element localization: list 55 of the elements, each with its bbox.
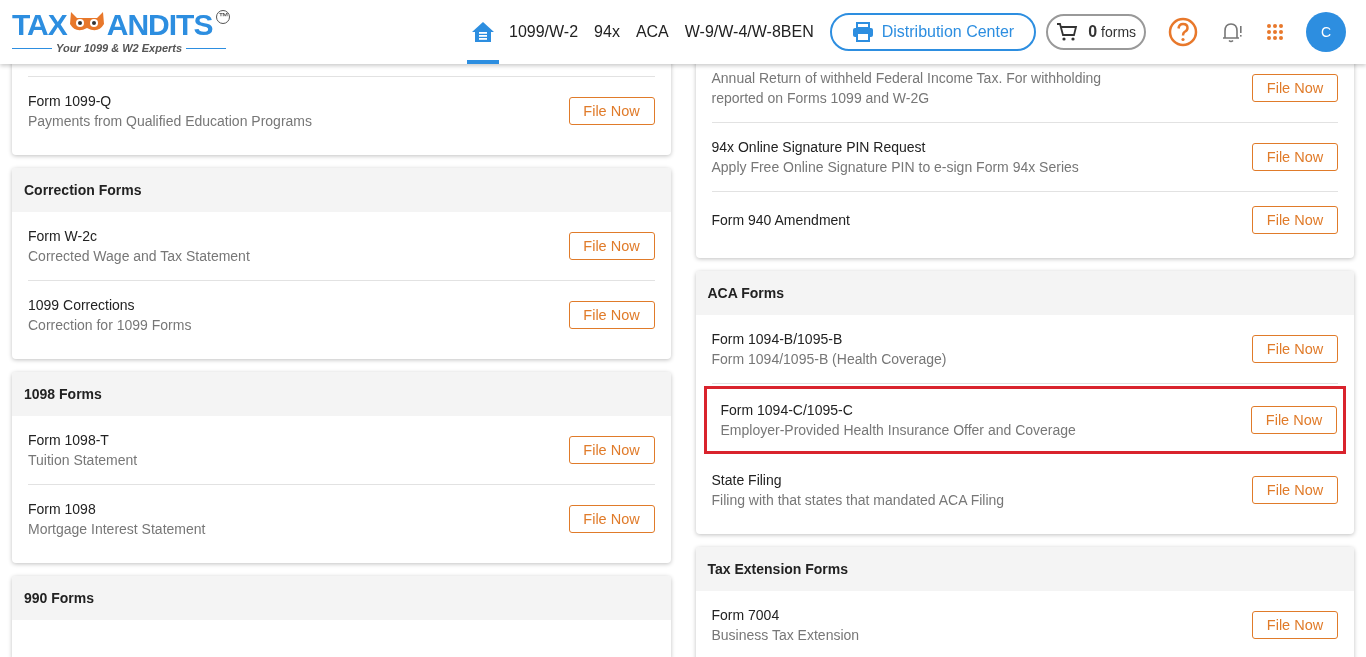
logo-text: ANDITS [106, 10, 213, 40]
form-description: Corrected Wage and Tax Statement [28, 247, 250, 266]
apps-grid-icon[interactable] [1266, 23, 1285, 41]
file-now-button[interactable]: File Now [568, 97, 655, 125]
help-icon[interactable] [1168, 17, 1199, 47]
file-now-button[interactable]: File Now [1252, 335, 1338, 363]
form-description: Correction for 1099 Forms [28, 316, 192, 335]
file-now-button[interactable]: File Now [1252, 143, 1338, 171]
form-title: Form W-2c [28, 227, 98, 246]
logo-text: TAX [12, 10, 67, 40]
house-icon [471, 21, 495, 43]
form-title: 94x Online Signature PIN Request [711, 138, 927, 157]
form-title: Form 940 Amendment [711, 211, 850, 230]
cart-icon [1056, 22, 1079, 42]
form-description: Mortgage Interest Statement [28, 520, 206, 539]
file-now-button[interactable]: File Now [1251, 406, 1337, 434]
file-now-button[interactable]: File Now [1252, 74, 1338, 102]
section-title: 990 Forms [24, 590, 95, 606]
distribution-center-button[interactable]: Distribution Center [829, 13, 1037, 51]
printer-icon [851, 22, 874, 42]
form-title: Form 1099-Q [28, 92, 113, 111]
form-description: Employer-Provided Health Insurance Offer and Coverage [720, 421, 1076, 440]
form-description: Tuition Statement [28, 451, 138, 470]
cart-button[interactable]: 0 forms [1046, 14, 1147, 50]
bell-icon[interactable] [1220, 20, 1245, 44]
section-title: Correction Forms [24, 182, 142, 198]
form-title: 1099 Corrections [28, 296, 136, 315]
section-title: Tax Extension Forms [707, 561, 849, 577]
nav-tab[interactable]: W-9/W-4/W-8BEN [684, 19, 814, 45]
file-now-button[interactable]: File Now [1252, 206, 1338, 234]
form-title: Form 1098 [28, 500, 97, 519]
nav-tab[interactable]: ACA [635, 19, 669, 45]
section-title: 1098 Forms [24, 386, 102, 402]
logo-tagline: Your 1099 & W2 Experts [56, 42, 183, 54]
file-now-button[interactable]: File Now [568, 301, 655, 329]
form-description: Annual Return of withheld Federal Income Tax. For withholding reported on Forms 1099 and W-2G [711, 69, 1103, 108]
section-title: ACA Forms [707, 285, 784, 301]
form-description: Form 1094/1095-B (Health Coverage) [711, 350, 947, 369]
form-title: State Filing [711, 471, 783, 490]
form-description: Payments from Qualified Education Programs [28, 112, 312, 131]
form-title: Form 7004 [711, 606, 781, 625]
file-now-button[interactable]: File Now [568, 436, 655, 464]
file-now-button[interactable]: File Now [1252, 476, 1338, 504]
file-now-button[interactable]: File Now [568, 232, 655, 260]
form-description: Business Tax Extension [711, 626, 860, 645]
form-title: Form 1098-T [28, 431, 110, 450]
form-title: Form 1094-C/1095-C [720, 401, 854, 420]
form-title: Form 1094-B/1095-B [711, 330, 844, 349]
nav-tab[interactable]: 94x [594, 19, 620, 45]
file-now-button[interactable]: File Now [1252, 611, 1338, 639]
form-description: Apply Free Online Signature PIN to e-sign Form 94x Series [711, 158, 1079, 177]
file-now-button[interactable]: File Now [568, 505, 655, 533]
form-description: Filing with that states that mandated ACA Filing [711, 491, 1005, 510]
nav-tab[interactable]: 1099/W-2 [509, 19, 579, 45]
user-avatar[interactable]: C [1306, 12, 1347, 52]
